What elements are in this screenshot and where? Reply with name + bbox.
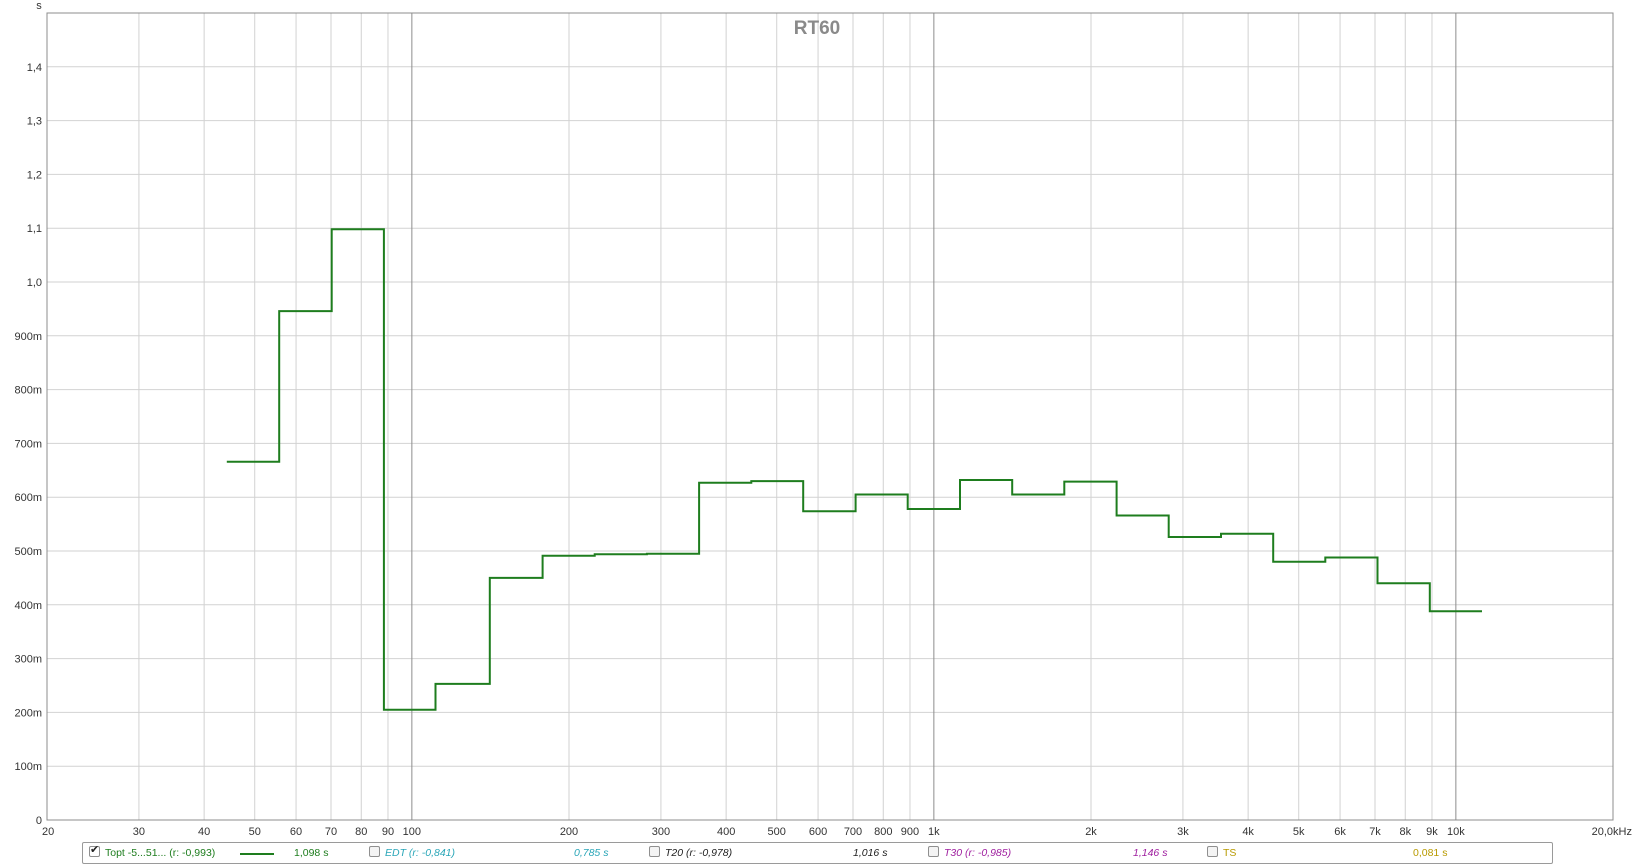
x-tick-label: 9k [1426, 826, 1438, 838]
y-tick-label: 100m [14, 761, 42, 773]
y-tick-label: 400m [14, 600, 42, 612]
x-tick-label: 400 [717, 826, 735, 838]
x-tick-label: 50 [249, 826, 261, 838]
legend-value: 1,146 s [1133, 847, 1168, 859]
legend-label[interactable]: EDT (r: -0,841) [385, 843, 455, 863]
x-tick-label: 20 [42, 826, 54, 838]
x-tick-label: 10k [1447, 826, 1465, 838]
plot-frame [46, 12, 1614, 821]
series-line-0 [226, 228, 1482, 711]
y-axis-unit-label: s [36, 0, 42, 12]
y-tick-label: 1,2 [27, 169, 42, 181]
legend-checkbox[interactable] [89, 843, 100, 857]
series-points [252, 229, 1456, 710]
x-tick-label: 8k [1399, 826, 1411, 838]
x-tick-label: 70 [325, 826, 337, 838]
x-tick-label: 60 [290, 826, 302, 838]
x-tick-label: 4k [1242, 826, 1254, 838]
y-tick-label: 900m [14, 331, 42, 343]
legend-checkbox[interactable] [928, 846, 939, 857]
x-tick-label: 7k [1369, 826, 1381, 838]
x-tick-label: 500 [768, 826, 786, 838]
x-tick-label: 30 [133, 826, 145, 838]
x-tick-label: 900 [901, 826, 919, 838]
x-tick-label: 1k [928, 826, 940, 838]
x-tick-label: 5k [1293, 826, 1305, 838]
y-axis-labels: 0100m200m300m400m500m600m700m800m900m1,0… [14, 62, 42, 827]
legend-value: 1,098 s [294, 847, 329, 859]
x-tick-label: 700 [844, 826, 862, 838]
y-tick-label: 500m [14, 546, 42, 558]
x-tick-label: 2k [1085, 826, 1097, 838]
chart-title: RT60 [794, 18, 840, 39]
x-tick-label: 20,0kHz [1592, 826, 1632, 838]
series-layer [226, 228, 1482, 711]
legend-value: 0,081 s [1413, 847, 1448, 859]
legend-bar: Topt -5...51... (r: -0,993) 1,098 s EDT (r… [82, 842, 1553, 864]
legend-checkbox[interactable] [369, 846, 380, 857]
y-tick-label: 200m [14, 707, 42, 719]
x-tick-label: 300 [652, 826, 670, 838]
legend-value: 1,016 s [853, 847, 888, 859]
legend-label[interactable]: T20 (r: -0,978) [665, 843, 732, 863]
grid-minor [47, 13, 1613, 820]
x-axis-labels: 20 30 40 50 60 70 80 90 100 200 300 400 500 600 700 800… [42, 826, 1632, 838]
legend-value: 0,785 s [574, 847, 609, 859]
legend-label[interactable]: TS [1223, 843, 1236, 863]
grid-major [411, 13, 1457, 820]
y-tick-label: 600m [14, 492, 42, 504]
rt60-chart: 0100m200m300m400m500m600m700m800m900m1,0… [14, 0, 1632, 838]
y-tick-label: 800m [14, 385, 42, 397]
y-tick-label: 1,4 [27, 62, 42, 74]
y-tick-label: 1,3 [27, 116, 42, 128]
x-tick-label: 80 [355, 826, 367, 838]
x-tick-label: 800 [874, 826, 892, 838]
y-tick-label: 1,1 [27, 223, 42, 235]
x-tick-label: 3k [1177, 826, 1189, 838]
x-tick-label: 100 [403, 826, 421, 838]
legend-swatch [240, 853, 274, 855]
x-tick-label: 6k [1334, 826, 1346, 838]
x-tick-label: 90 [382, 826, 394, 838]
x-tick-label: 200 [560, 826, 578, 838]
y-tick-label: 300m [14, 654, 42, 666]
legend-label[interactable]: T30 (r: -0,985) [944, 843, 1011, 863]
legend-checkbox[interactable] [1207, 846, 1218, 857]
legend-label[interactable]: Topt -5...51... (r: -0,993) [105, 843, 215, 863]
legend-checkbox[interactable] [649, 846, 660, 857]
y-tick-label: 1,0 [27, 277, 42, 289]
x-tick-label: 40 [198, 826, 210, 838]
y-tick-label: 700m [14, 438, 42, 450]
x-tick-label: 600 [809, 826, 827, 838]
